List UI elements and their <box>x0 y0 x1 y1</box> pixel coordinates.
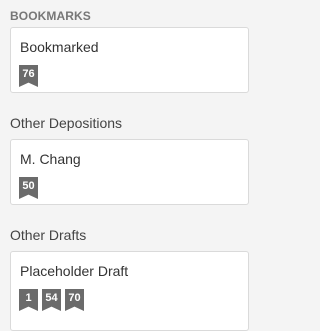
card-title: Bookmarked <box>20 39 99 55</box>
draft-card[interactable]: Placeholder Draft 1 54 70 <box>10 251 249 331</box>
badge-list: 1 54 70 <box>19 289 84 311</box>
badge-list: 50 <box>19 177 38 199</box>
bookmark-ribbon-icon[interactable]: 54 <box>42 289 61 311</box>
bookmark-ribbon-icon[interactable]: 1 <box>19 289 38 311</box>
bookmark-ribbon-icon[interactable]: 76 <box>19 65 38 87</box>
card-title: M. Chang <box>20 151 81 167</box>
badge-list: 76 <box>19 65 38 87</box>
bookmark-card[interactable]: Bookmarked 76 <box>10 27 249 93</box>
card-title: Placeholder Draft <box>20 263 129 279</box>
section-header-other-depositions: Other Depositions <box>10 115 123 131</box>
bookmark-ribbon-icon[interactable]: 70 <box>65 289 84 311</box>
section-header-other-drafts: Other Drafts <box>10 227 87 243</box>
bookmark-ribbon-icon[interactable]: 50 <box>19 177 38 199</box>
section-header-bookmarks: BOOKMARKS <box>10 9 91 23</box>
deposition-card[interactable]: M. Chang 50 <box>10 139 249 205</box>
